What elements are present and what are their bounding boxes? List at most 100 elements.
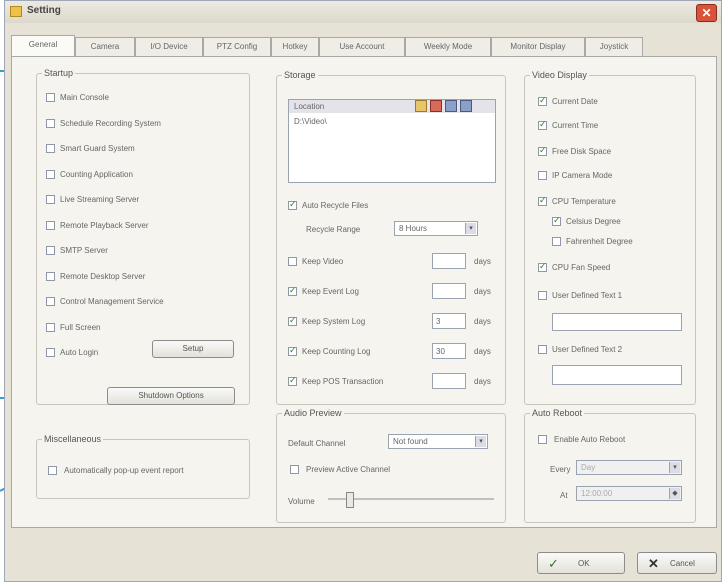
startup-title: Startup xyxy=(42,68,76,78)
video-display-label: Celsius Degree xyxy=(566,217,621,226)
recycle-range-select[interactable]: 8 Hours ▾ xyxy=(394,221,478,236)
video-display-checkbox[interactable] xyxy=(538,171,547,180)
checkmark-icon: ✓ xyxy=(548,556,559,571)
video-display-checkbox[interactable] xyxy=(538,145,547,156)
startup-item-label: Smart Guard System xyxy=(60,144,135,153)
auto-reboot-label: Enable Auto Reboot xyxy=(554,435,626,444)
spinner-icon: ◆ xyxy=(669,488,680,499)
user-text-1-field[interactable] xyxy=(552,313,682,331)
volume-slider-thumb[interactable] xyxy=(346,492,354,508)
startup-item-checkbox[interactable] xyxy=(46,246,55,255)
startup-item-checkbox[interactable] xyxy=(46,220,55,230)
startup-item-label: Live Streaming Server xyxy=(60,195,140,204)
auto-reboot-checkbox[interactable] xyxy=(538,435,547,444)
window-title: Setting xyxy=(27,5,61,16)
video-display-checkbox[interactable] xyxy=(538,345,547,354)
storage-row-unit: days xyxy=(474,377,491,386)
video-display-checkbox[interactable] xyxy=(538,291,547,300)
tab-hotkey[interactable]: Hotkey xyxy=(271,37,319,57)
auto-popup-checkbox[interactable] xyxy=(48,466,57,475)
storage-row-days-input[interactable]: 30 xyxy=(432,343,466,359)
location-value[interactable]: D:\Video\ xyxy=(294,117,327,126)
video-display-checkbox[interactable] xyxy=(538,195,547,206)
startup-item-label: SMTP Server xyxy=(60,246,108,255)
startup-item-label: Counting Application xyxy=(60,169,133,179)
video-display-label: CPU Fan Speed xyxy=(552,263,611,272)
video-display-checkbox[interactable] xyxy=(552,215,561,226)
preview-active-checkbox[interactable] xyxy=(290,465,299,474)
video-display-label: Current Date xyxy=(552,97,598,106)
cancel-button[interactable]: ✕ Cancel xyxy=(637,552,717,574)
user-text-2-field[interactable] xyxy=(552,365,682,385)
volume-label: Volume xyxy=(288,497,315,506)
at-time-field[interactable]: 12:00:00 ◆ xyxy=(576,486,682,501)
startup-item-checkbox[interactable] xyxy=(46,348,55,357)
storage-row-days-input[interactable] xyxy=(432,283,466,299)
startup-item-label: Control Management Service xyxy=(60,297,164,306)
tab-ptz-config[interactable]: PTZ Config xyxy=(203,37,271,57)
folder-icon[interactable] xyxy=(415,100,427,112)
storage-row-label: Keep Video xyxy=(302,257,344,266)
storage-row-days-input[interactable] xyxy=(432,373,466,389)
auto-recycle-checkbox[interactable] xyxy=(288,199,297,210)
video-display-checkbox[interactable] xyxy=(538,95,547,106)
startup-item-checkbox[interactable] xyxy=(46,322,55,332)
tab-camera[interactable]: Camera xyxy=(75,37,135,57)
storage-row-unit: days xyxy=(474,287,491,296)
startup-item-checkbox[interactable] xyxy=(46,118,55,128)
startup-item-checkbox[interactable] xyxy=(46,271,55,281)
video-display-label: User Defined Text 1 xyxy=(552,291,623,300)
video-display-label: IP Camera Mode xyxy=(552,171,613,180)
video-title: Video Display xyxy=(530,70,589,80)
storage-row-days-value: 30 xyxy=(436,347,445,356)
video-display-checkbox[interactable] xyxy=(552,237,561,246)
tab-weekly-mode[interactable]: Weekly Mode xyxy=(405,37,491,57)
shutdown-options-button[interactable]: Shutdown Options xyxy=(107,387,235,405)
location-label: Location xyxy=(294,102,325,111)
default-channel-label: Default Channel xyxy=(288,439,346,448)
tab-general[interactable]: General xyxy=(11,35,75,58)
video-display-label: CPU Temperature xyxy=(552,197,616,206)
storage-row-checkbox[interactable] xyxy=(288,285,297,296)
startup-item-checkbox[interactable] xyxy=(46,144,55,153)
every-select[interactable]: Day ▾ xyxy=(576,460,682,475)
storage-row-unit: days xyxy=(474,347,491,356)
startup-item-checkbox[interactable] xyxy=(46,169,55,179)
storage-row-label: Keep Event Log xyxy=(302,287,359,296)
delete-icon[interactable] xyxy=(430,100,442,112)
setup-button[interactable]: Setup xyxy=(152,340,234,358)
tab-monitor-display[interactable]: Monitor Display xyxy=(491,37,585,57)
every-label: Every xyxy=(550,465,571,474)
storage-row-days-input[interactable]: 3 xyxy=(432,313,466,329)
video-display-checkbox[interactable] xyxy=(538,119,547,130)
storage-row-label: Keep Counting Log xyxy=(302,347,371,356)
default-channel-select[interactable]: Not found ▾ xyxy=(388,434,488,449)
storage-title: Storage xyxy=(282,70,318,80)
storage-row-checkbox[interactable] xyxy=(288,345,297,356)
tab-joystick[interactable]: Joystick xyxy=(585,37,643,57)
storage-row-days-input[interactable] xyxy=(432,253,466,269)
down-arrow-icon[interactable] xyxy=(460,100,472,112)
up-arrow-icon[interactable] xyxy=(445,100,457,112)
video-display-checkbox[interactable] xyxy=(538,261,547,272)
chevron-down-icon: ▾ xyxy=(669,462,680,473)
close-button[interactable]: ✕ xyxy=(696,4,717,22)
startup-item-checkbox[interactable] xyxy=(46,93,55,102)
misc-title: Miscellaneous xyxy=(42,434,104,444)
startup-item-checkbox[interactable] xyxy=(46,297,55,306)
app-icon xyxy=(10,6,22,17)
startup-item-label: Remote Desktop Server xyxy=(60,271,146,281)
storage-row-checkbox[interactable] xyxy=(288,257,297,266)
storage-row-checkbox[interactable] xyxy=(288,315,297,326)
storage-row-days-value: 3 xyxy=(436,317,441,326)
tab-io-device[interactable]: I/O Device xyxy=(135,37,203,57)
volume-slider[interactable] xyxy=(328,491,494,508)
startup-item-label: Remote Playback Server xyxy=(60,220,149,230)
storage-row-label: Keep System Log xyxy=(302,317,366,326)
ok-button[interactable]: ✓ OK xyxy=(537,552,625,574)
tab-use-account[interactable]: Use Account xyxy=(319,37,405,57)
storage-row-label: Keep POS Transaction xyxy=(302,377,384,386)
startup-item-checkbox[interactable] xyxy=(46,195,55,204)
storage-row-checkbox[interactable] xyxy=(288,375,297,386)
audio-title: Audio Preview xyxy=(282,408,344,418)
